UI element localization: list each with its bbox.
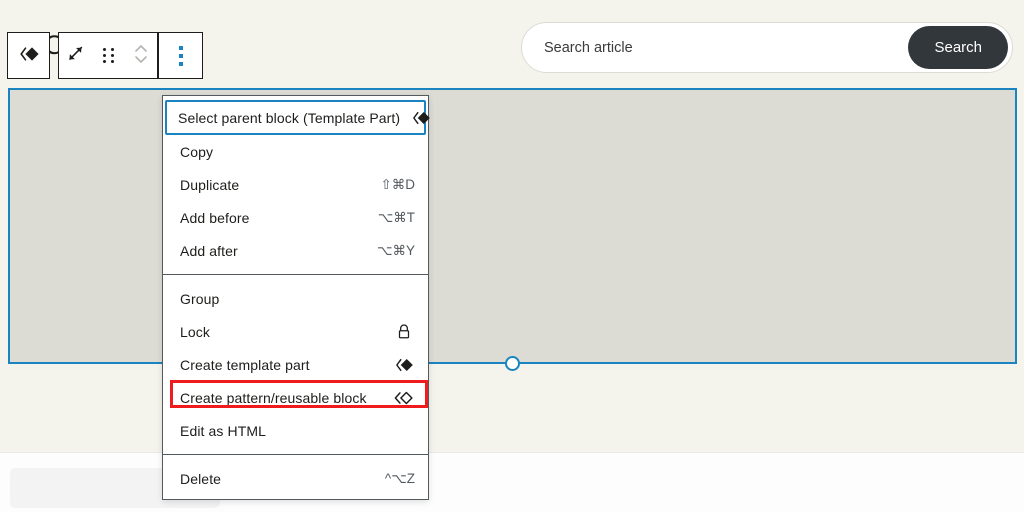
menu-item-create-template-part[interactable]: Create template part	[167, 348, 424, 381]
menu-item-label: Create template part	[180, 357, 383, 373]
diagonal-resize-arrow-icon	[64, 43, 86, 68]
menu-group-3: Delete ^⌥Z	[163, 462, 428, 495]
editor-canvas: Category Search	[0, 0, 1024, 512]
search-button[interactable]: Search	[908, 26, 1008, 69]
menu-item-label: Edit as HTML	[180, 423, 415, 439]
menu-item-create-pattern-reusable-block[interactable]: Create pattern/reusable block	[167, 381, 424, 414]
menu-item-label: Select parent block (Template Part)	[178, 110, 400, 126]
menu-item-edit-as-html[interactable]: Edit as HTML	[167, 414, 424, 447]
toolbar-resize-button[interactable]	[59, 33, 92, 78]
select-parent-block-icon	[17, 42, 41, 69]
toolbar-main-group	[58, 32, 158, 79]
selected-block-template-part[interactable]	[8, 88, 1017, 364]
menu-item-select-parent-block[interactable]: Select parent block (Template Part)	[165, 100, 426, 135]
block-options-dropdown: Select parent block (Template Part) Copy…	[162, 95, 429, 500]
move-up-down-chevrons-icon	[132, 41, 150, 70]
menu-group-1: Select parent block (Template Part) Copy…	[163, 100, 428, 267]
menu-item-label: Create pattern/reusable block	[180, 390, 383, 406]
toolbar-select-parent-button[interactable]	[17, 33, 41, 78]
menu-item-copy[interactable]: Copy	[167, 135, 424, 168]
select-parent-block-icon	[410, 107, 432, 129]
menu-item-label: Copy	[180, 144, 415, 160]
block-resize-handle[interactable]	[505, 356, 520, 371]
page-body	[0, 452, 1024, 512]
menu-item-add-before[interactable]: Add before ⌥⌘T	[167, 201, 424, 234]
menu-item-shortcut: ⌥⌘T	[378, 210, 415, 226]
menu-group-2: Group Lock Create template part	[163, 282, 428, 447]
menu-item-label: Add before	[180, 210, 366, 226]
vertical-ellipsis-icon	[179, 46, 183, 66]
toolbar-options-button[interactable]	[179, 33, 183, 78]
toolbar-options-group	[158, 32, 203, 79]
search-bar: Search	[521, 22, 1013, 73]
menu-item-add-after[interactable]: Add after ⌥⌘Y	[167, 234, 424, 267]
menu-item-label: Group	[180, 291, 415, 307]
search-input[interactable]	[522, 23, 908, 72]
menu-item-shortcut: ⌥⌘Y	[377, 243, 415, 259]
menu-item-label: Add after	[180, 243, 365, 259]
toolbar-move-updown-button[interactable]	[124, 33, 157, 78]
menu-item-shortcut: ⇧⌘D	[380, 177, 415, 193]
toolbar-select-parent-group	[7, 32, 50, 79]
template-part-icon	[393, 354, 415, 376]
menu-item-duplicate[interactable]: Duplicate ⇧⌘D	[167, 168, 424, 201]
menu-item-delete[interactable]: Delete ^⌥Z	[167, 462, 424, 495]
body-divider	[0, 452, 1024, 453]
menu-item-lock[interactable]: Lock	[167, 315, 424, 348]
menu-item-label: Delete	[180, 471, 373, 487]
pattern-block-icon	[393, 387, 415, 409]
menu-item-shortcut: ^⌥Z	[385, 471, 415, 487]
menu-item-group[interactable]: Group	[167, 282, 424, 315]
menu-separator	[163, 274, 428, 275]
lock-icon	[393, 321, 415, 343]
menu-item-label: Duplicate	[180, 177, 368, 193]
toolbar-drag-handle-button[interactable]	[92, 33, 125, 78]
menu-item-label: Lock	[180, 324, 383, 340]
menu-separator	[163, 454, 428, 455]
drag-handle-dots-icon	[103, 48, 114, 63]
